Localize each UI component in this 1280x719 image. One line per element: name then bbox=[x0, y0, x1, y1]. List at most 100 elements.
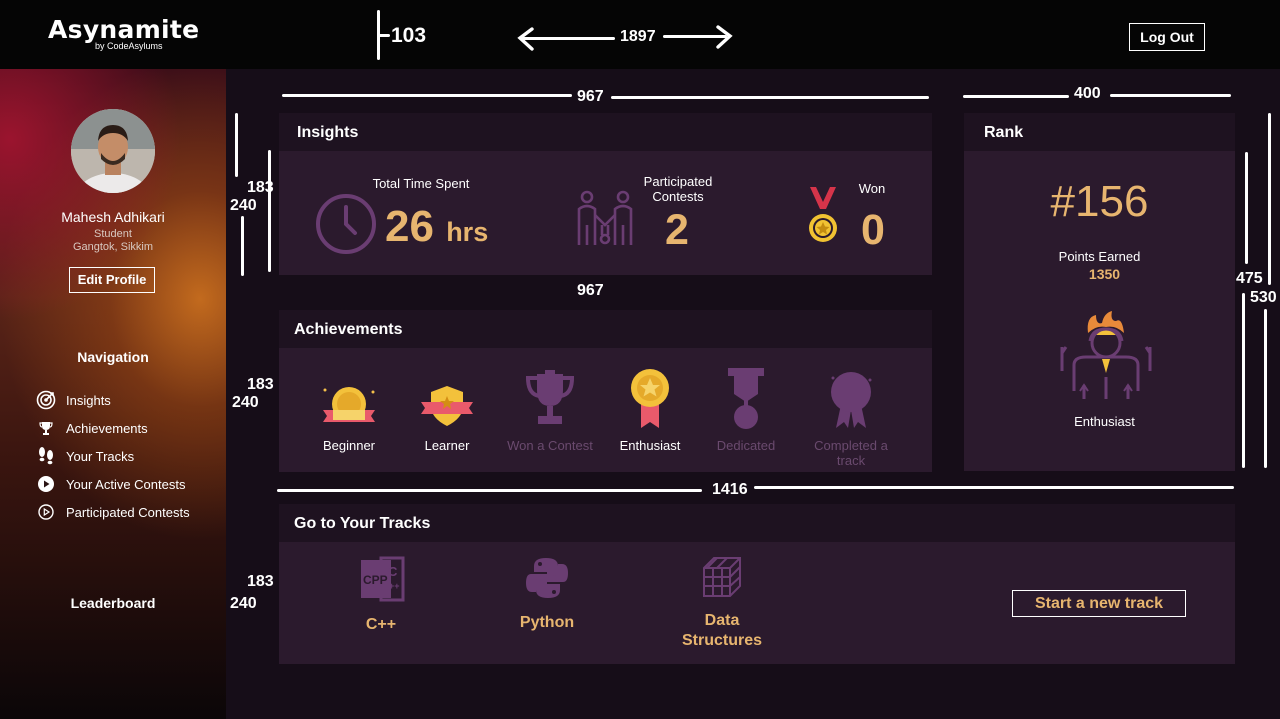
nav-item-your-tracks[interactable]: Your Tracks bbox=[36, 446, 134, 466]
trophy-icon bbox=[36, 418, 56, 438]
won-label: Won bbox=[858, 181, 886, 196]
nav-item-active-contests[interactable]: Your Active Contests bbox=[36, 474, 185, 494]
achievement-enthusiast[interactable]: Enthusiast bbox=[600, 369, 700, 453]
cpp-file-icon: CPP C ++ bbox=[359, 556, 405, 606]
track-label: C++ bbox=[365, 616, 397, 633]
annotation-label: 183 bbox=[247, 573, 274, 590]
svg-text:CPP: CPP bbox=[363, 573, 388, 587]
rank-badge-label: Enthusiast bbox=[1074, 414, 1135, 429]
track-label: Data Structures bbox=[681, 612, 763, 649]
trophy-icon bbox=[500, 370, 600, 430]
play-circle-outline-icon bbox=[36, 502, 56, 522]
annotation-line bbox=[1110, 94, 1231, 97]
annotation-line bbox=[754, 486, 1234, 489]
avatar bbox=[71, 109, 155, 193]
nav-item-label: Participated Contests bbox=[66, 504, 190, 520]
annotation-line bbox=[268, 150, 271, 272]
svg-text:C: C bbox=[388, 564, 398, 579]
python-logo-icon bbox=[525, 558, 569, 604]
annotation-label: 475 bbox=[1236, 270, 1263, 287]
annotation-label: 240 bbox=[230, 197, 257, 214]
time-spent-value: 26 hrs bbox=[385, 204, 488, 255]
achievement-label: Beginner bbox=[322, 438, 376, 453]
won-value: 0 bbox=[861, 206, 885, 254]
annotation-line bbox=[235, 113, 238, 177]
tracks-title: Go to Your Tracks bbox=[279, 504, 1235, 542]
annotation-line bbox=[963, 95, 1069, 98]
annotation-label: 103 bbox=[391, 24, 427, 47]
leaderboard-link[interactable]: Leaderboard bbox=[0, 595, 226, 611]
track-python[interactable]: Python bbox=[517, 556, 577, 633]
play-circle-icon bbox=[36, 474, 56, 494]
annotation-line bbox=[277, 489, 702, 492]
cube-grid-icon bbox=[702, 557, 742, 602]
medal-icon bbox=[808, 187, 838, 250]
edit-profile-button[interactable]: Edit Profile bbox=[69, 267, 155, 293]
track-data-structures[interactable]: Data Structures bbox=[672, 556, 772, 651]
svg-text:++: ++ bbox=[389, 581, 400, 591]
insights-card: Insights Total Time Spent 26 hrs Partici… bbox=[279, 113, 932, 275]
achievement-label: Dedicated bbox=[716, 438, 776, 453]
annotation-label: 240 bbox=[232, 394, 259, 411]
rank-title: Rank bbox=[964, 113, 1235, 151]
achievements-card: Achievements Beginner Learner Won a Cont… bbox=[279, 310, 932, 472]
clock-icon bbox=[315, 193, 377, 260]
nav-item-label: Your Active Contests bbox=[66, 476, 186, 492]
annotation-label: 183 bbox=[247, 179, 274, 196]
nav-item-achievements[interactable]: Achievements bbox=[36, 418, 148, 438]
achievement-dedicated[interactable]: Dedicated bbox=[696, 368, 796, 453]
annotation-line bbox=[282, 94, 572, 97]
logout-button[interactable]: Log Out bbox=[1129, 23, 1205, 51]
target-icon bbox=[36, 390, 56, 410]
profile-role: Student bbox=[94, 228, 132, 240]
annotation-label: 240 bbox=[230, 595, 257, 612]
points-value: 1350 bbox=[1088, 266, 1121, 282]
annotation-label: 967 bbox=[577, 88, 604, 105]
annotation-label: 967 bbox=[577, 282, 604, 299]
rosette-icon bbox=[801, 370, 901, 430]
annotation-label: 530 bbox=[1250, 289, 1277, 306]
annotation-label: 1897 bbox=[620, 28, 656, 45]
achievement-label: Won a Contest bbox=[507, 438, 593, 453]
achievement-beginner[interactable]: Beginner bbox=[299, 370, 399, 453]
points-label: Points Earned bbox=[1058, 249, 1141, 264]
handshake-people-icon bbox=[575, 189, 635, 254]
learner-shield-icon bbox=[397, 370, 497, 430]
achievement-learner[interactable]: Learner bbox=[397, 370, 497, 453]
time-spent-number: 26 bbox=[385, 202, 434, 251]
brand-logo[interactable]: Asynamite by CodeAsylums bbox=[48, 15, 200, 52]
rank-card: Rank #156 Points Earned 1350 Enthusiast bbox=[964, 113, 1235, 471]
track-label: Python bbox=[519, 614, 575, 631]
annotation-line bbox=[1245, 152, 1248, 264]
profile-name: Mahesh Adhikari bbox=[61, 209, 165, 225]
enthusiast-medal-icon bbox=[600, 369, 700, 430]
nav-item-label: Achievements bbox=[66, 420, 148, 436]
enthusiast-person-icon bbox=[1060, 311, 1152, 406]
start-new-track-button[interactable]: Start a new track bbox=[1012, 590, 1186, 617]
achievement-label: Enthusiast bbox=[619, 438, 681, 453]
annotation-line bbox=[1264, 309, 1267, 468]
achievements-title: Achievements bbox=[279, 310, 932, 348]
arrow-left-icon bbox=[516, 27, 536, 56]
insights-title: Insights bbox=[279, 113, 932, 151]
achievement-won-a-contest[interactable]: Won a Contest bbox=[500, 370, 600, 453]
time-spent-unit: hrs bbox=[446, 217, 489, 247]
profile-location: Gangtok, Sikkim bbox=[72, 241, 154, 253]
dedicated-medal-icon bbox=[696, 368, 796, 430]
sidebar: Mahesh Adhikari Student Gangtok, Sikkim … bbox=[0, 69, 226, 719]
nav-item-insights[interactable]: Insights bbox=[36, 390, 111, 410]
track-cpp[interactable]: CPP C ++ C++ bbox=[359, 556, 405, 635]
nav-item-participated-contests[interactable]: Participated Contests bbox=[36, 502, 190, 522]
footsteps-icon bbox=[36, 446, 56, 466]
navigation-title: Navigation bbox=[77, 349, 149, 365]
annotation-line bbox=[1242, 293, 1245, 468]
achievement-label: Learner bbox=[424, 438, 470, 453]
nav-item-label: Insights bbox=[66, 392, 111, 408]
time-spent-label: Total Time Spent bbox=[372, 176, 470, 191]
brand-name: Asynamite bbox=[48, 15, 200, 44]
achievement-completed-a-track[interactable]: Completed a track bbox=[801, 370, 901, 468]
annotation-line bbox=[611, 96, 929, 99]
achievement-label: Completed a track bbox=[814, 438, 888, 468]
rank-value: #156 bbox=[1050, 177, 1149, 226]
nav-item-label: Your Tracks bbox=[66, 448, 135, 464]
